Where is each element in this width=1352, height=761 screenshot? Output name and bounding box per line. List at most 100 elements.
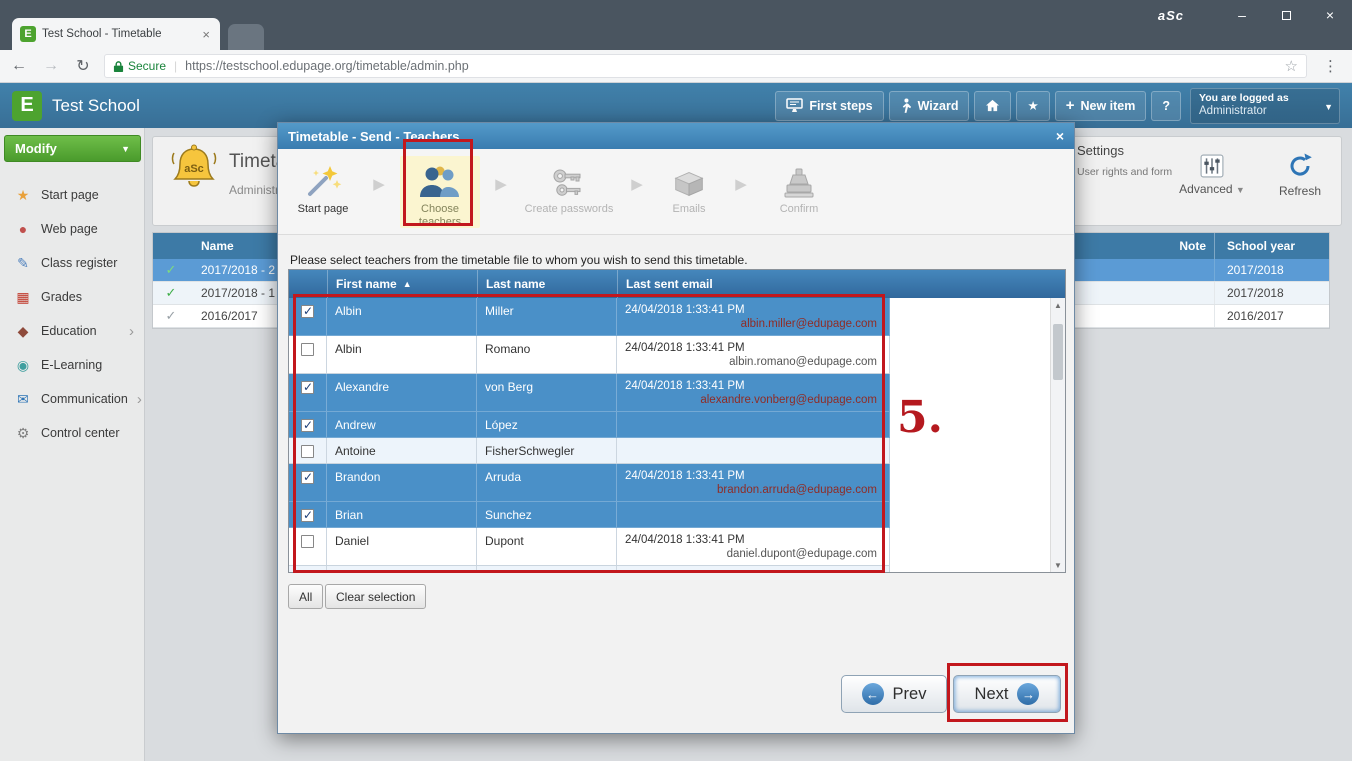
tab-close-icon[interactable]: × (200, 27, 212, 42)
first-steps-button[interactable]: First steps (775, 91, 883, 121)
teacher-checkbox[interactable] (301, 343, 314, 356)
step-choose-teachers[interactable]: Choose teachers (400, 156, 480, 228)
teacher-row[interactable]: Brian Sunchez (289, 502, 890, 528)
browser-menu-icon[interactable]: ⋮ (1317, 57, 1344, 75)
sidebar-item[interactable]: ● Web page (0, 212, 144, 246)
published-check-icon: ✓ (153, 285, 189, 301)
sidebar-item[interactable]: ▦ Grades (0, 280, 144, 314)
school-name: Test School (52, 96, 140, 116)
column-header-school-year[interactable]: School year (1214, 233, 1329, 259)
refresh-button[interactable]: Refresh (1263, 142, 1337, 208)
step-arrow-icon: ▶ (486, 175, 516, 193)
teacher-row[interactable]: Alexandre von Berg 24/04/2018 1:33:41 PM… (289, 374, 890, 412)
sidebar-item-label: Communication (41, 392, 128, 406)
sidebar-item[interactable]: ✉ Communication › (0, 382, 144, 416)
column-header-last-sent-email[interactable]: Last sent email (617, 270, 889, 298)
teacher-checkbox[interactable] (301, 535, 314, 548)
wizard-button[interactable]: Wizard (889, 91, 970, 121)
stamp-icon (781, 166, 817, 200)
sidebar-item[interactable]: ✎ Class register (0, 246, 144, 280)
teacher-checkbox[interactable] (301, 509, 314, 522)
prev-button[interactable]: ← Prev (841, 675, 947, 713)
sidebar-item[interactable]: ◉ E-Learning (0, 348, 144, 382)
teacher-row[interactable]: Antoine FisherSchwegler (289, 438, 890, 464)
teacher-row[interactable]: Albin Miller 24/04/2018 1:33:41 PM albin… (289, 298, 890, 336)
teacher-checkbox[interactable] (301, 381, 314, 394)
dialog-close-icon[interactable]: × (1056, 128, 1064, 144)
close-button[interactable]: × (1308, 1, 1352, 29)
teacher-checkbox[interactable] (301, 419, 314, 432)
next-button[interactable]: Next → (953, 675, 1061, 713)
teacher-row[interactable]: Daniel Dupont 24/04/2018 1:33:41 PM dani… (289, 528, 890, 566)
teacher-row[interactable]: Albin Romano 24/04/2018 1:33:41 PM albin… (289, 336, 890, 374)
plus-icon: + (1066, 97, 1075, 114)
sidebar-item[interactable]: ★ Start page (0, 178, 144, 212)
star-icon: ★ (14, 187, 32, 204)
scroll-down-icon[interactable]: ▼ (1051, 558, 1065, 573)
teacher-last-sent-email: 24/04/2018 1:33:41 PM albin.miller@edupa… (617, 298, 889, 335)
address-bar[interactable]: Secure | https://testschool.edupage.org/… (104, 54, 1307, 78)
asc-bell-logo: aSc (171, 143, 217, 200)
back-button[interactable]: ← (8, 57, 30, 75)
sidebar-item[interactable]: ⚙ Control center (0, 416, 144, 450)
forward-button[interactable]: → (40, 57, 62, 75)
scrollbar-thumb[interactable] (1053, 324, 1063, 380)
settings-block[interactable]: Settings User rights and form (1077, 143, 1172, 178)
column-header-first-name[interactable]: First name▲ (327, 270, 477, 298)
step-start-page[interactable]: Start page (288, 156, 358, 228)
help-button[interactable]: ? (1151, 91, 1181, 121)
home-icon (985, 99, 1000, 112)
select-all-button[interactable]: All (288, 584, 323, 609)
browser-tab[interactable]: E Test School - Timetable × (12, 18, 220, 50)
home-button[interactable] (974, 91, 1011, 121)
chevron-right-icon: › (137, 391, 142, 408)
teacher-last-sent-email (617, 502, 889, 527)
chevron-down-icon: ▼ (121, 144, 130, 154)
edupage-favicon: E (20, 26, 36, 42)
teacher-row[interactable]: David Pereira 24/04/2018 1:33:41 PM (289, 566, 890, 573)
teacher-last-sent-email: 24/04/2018 1:33:41 PM brandon.arruda@edu… (617, 464, 889, 501)
teacher-checkbox[interactable] (301, 471, 314, 484)
teacher-checkbox[interactable] (301, 445, 314, 458)
maximize-button[interactable] (1264, 1, 1308, 29)
url-text[interactable]: https://testschool.edupage.org/timetable… (185, 59, 1278, 73)
secure-indicator[interactable]: Secure (113, 59, 166, 73)
step-create-passwords[interactable]: Create passwords (522, 156, 616, 228)
modify-dropdown-button[interactable]: Modify ▼ (4, 135, 141, 162)
reload-button[interactable]: ↻ (72, 56, 94, 76)
window-titlebar: E Test School - Timetable × aSc – × (0, 0, 1352, 50)
scroll-up-icon[interactable]: ▲ (1051, 298, 1065, 313)
sidebar-item[interactable]: ◆ Education › (0, 314, 144, 348)
scrollbar[interactable]: ▲ ▼ (1050, 298, 1065, 573)
logged-in-user-menu[interactable]: You are logged as Administrator ▼ (1190, 88, 1340, 124)
minimize-button[interactable]: – (1220, 1, 1264, 29)
teachers-table: First name▲ Last name Last sent email Al… (288, 269, 1066, 573)
sent-timestamp: 24/04/2018 1:33:41 PM (625, 342, 889, 356)
advanced-button[interactable]: Advanced ▼ (1175, 142, 1249, 208)
send-teachers-dialog: Timetable - Send - Teachers × Start page… (277, 122, 1075, 734)
teacher-checkbox[interactable] (301, 305, 314, 318)
teacher-first-name: Albin (327, 298, 477, 335)
bookmark-star-icon[interactable]: ☆ (1285, 57, 1298, 75)
sent-email-address: albin.miller@edupage.com (625, 318, 889, 330)
teacher-row[interactable]: Andrew López (289, 412, 890, 438)
dialog-titlebar[interactable]: Timetable - Send - Teachers × (278, 123, 1074, 149)
teacher-first-name: Antoine (327, 438, 477, 463)
clear-selection-button[interactable]: Clear selection (325, 584, 426, 609)
teacher-last-name: Sunchez (477, 502, 617, 527)
timetable-school-year: 2016/2017 (1214, 305, 1329, 327)
column-header-last-name[interactable]: Last name (477, 270, 617, 298)
monitor-icon (786, 98, 803, 113)
sent-email-address: alexandre.vonberg@edupage.com (625, 394, 889, 406)
step-emails[interactable]: Emails (658, 156, 720, 228)
logged-as-role: Administrator (1199, 105, 1321, 117)
magic-wand-icon (304, 164, 342, 200)
step-confirm[interactable]: Confirm (762, 156, 836, 228)
background-tab[interactable] (228, 24, 264, 50)
teacher-row[interactable]: Brandon Arruda 24/04/2018 1:33:41 PM bra… (289, 464, 890, 502)
teacher-first-name: Daniel (327, 528, 477, 565)
sidebar-item-label: Grades (41, 290, 82, 304)
teacher-first-name: Brandon (327, 464, 477, 501)
favorites-button[interactable]: ★ (1016, 91, 1049, 121)
new-item-button[interactable]: + New item (1055, 91, 1147, 121)
